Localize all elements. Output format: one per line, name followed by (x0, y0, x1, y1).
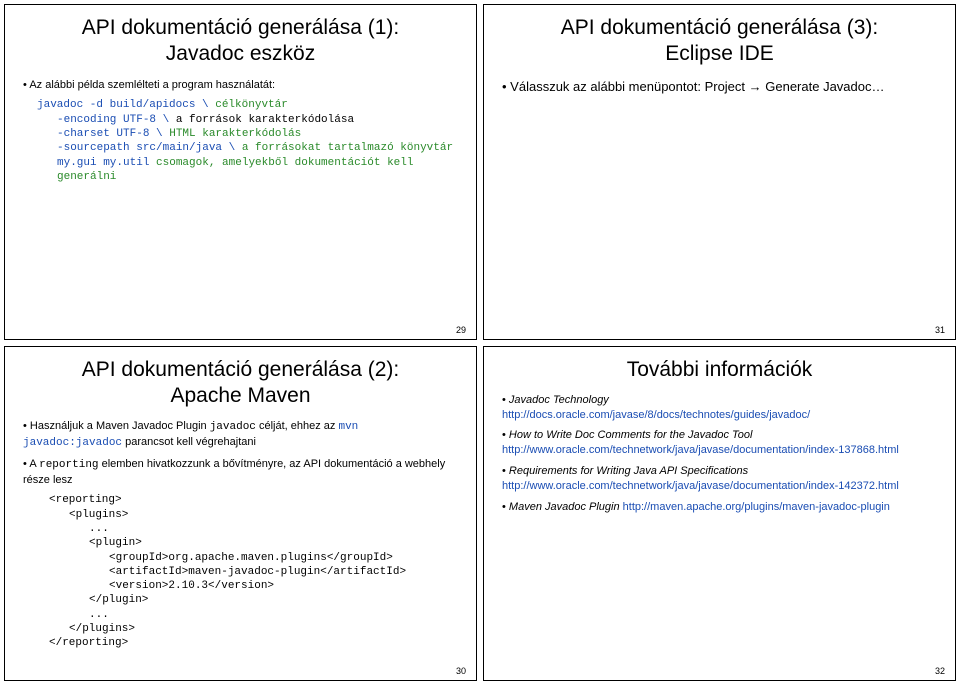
title-line-2: Javadoc eszköz (166, 42, 315, 65)
resource-link[interactable]: http://maven.apache.org/plugins/maven-ja… (623, 501, 890, 513)
resource-title: How to Write Doc Comments for the Javado… (509, 429, 753, 441)
title-line-1: API dokumentáció generálása (3): (561, 16, 879, 39)
slide-body: Válasszuk az alábbi menüpontot: Project … (498, 78, 941, 96)
page-number: 32 (935, 666, 945, 676)
page-number: 31 (935, 325, 945, 335)
bullet: Használjuk a Maven Javadoc Plugin javado… (23, 419, 462, 451)
resource-title: Javadoc Technology (509, 394, 609, 406)
bullet: Javadoc Technology http://docs.oracle.co… (502, 393, 941, 423)
title-line-2: Apache Maven (170, 384, 310, 407)
bullet: Maven Javadoc Plugin http://maven.apache… (502, 500, 941, 515)
code-block: javadoc -d build/apidocs \ célkönyvtár -… (19, 98, 462, 184)
bullet: A reporting elemben hivatkozzunk a bővít… (23, 457, 462, 488)
title-line-1: API dokumentáció generálása (2): (82, 358, 400, 381)
slide-body: Javadoc Technology http://docs.oracle.co… (498, 393, 941, 515)
slide-title: API dokumentáció generálása (1): Javadoc… (19, 15, 462, 68)
slide-32: További információk Javadoc Technology h… (483, 346, 956, 682)
slide-body: Használjuk a Maven Javadoc Plugin javado… (19, 419, 462, 651)
slide-title: További információk (498, 357, 941, 383)
bullet: Az alábbi példa szemlélteti a program ha… (23, 78, 462, 93)
resource-link[interactable]: http://www.oracle.com/technetwork/java/j… (502, 444, 899, 456)
resource-link[interactable]: http://docs.oracle.com/javase/8/docs/tec… (502, 409, 810, 421)
slide-31: API dokumentáció generálása (3): Eclipse… (483, 4, 956, 340)
page-number: 30 (456, 666, 466, 676)
slide-30: API dokumentáció generálása (2): Apache … (4, 346, 477, 682)
bullet: How to Write Doc Comments for the Javado… (502, 428, 941, 458)
page-number: 29 (456, 325, 466, 335)
resource-title: Requirements for Writing Java API Specif… (509, 465, 748, 477)
resource-title: Maven Javadoc Plugin (509, 501, 623, 513)
bullet: Válasszuk az alábbi menüpontot: Project … (502, 78, 941, 96)
slide-title: API dokumentáció generálása (3): Eclipse… (498, 15, 941, 68)
bullet: Requirements for Writing Java API Specif… (502, 464, 941, 494)
slide-body: Az alábbi példa szemlélteti a program ha… (19, 78, 462, 185)
slide-title: API dokumentáció generálása (2): Apache … (19, 357, 462, 410)
code-block: <reporting> <plugins> ... <plugin> <grou… (19, 493, 462, 650)
slide-29: API dokumentáció generálása (1): Javadoc… (4, 4, 477, 340)
title-line-2: Eclipse IDE (665, 42, 774, 65)
resource-link[interactable]: http://www.oracle.com/technetwork/java/j… (502, 480, 899, 492)
title-line-1: API dokumentáció generálása (1): (82, 16, 400, 39)
